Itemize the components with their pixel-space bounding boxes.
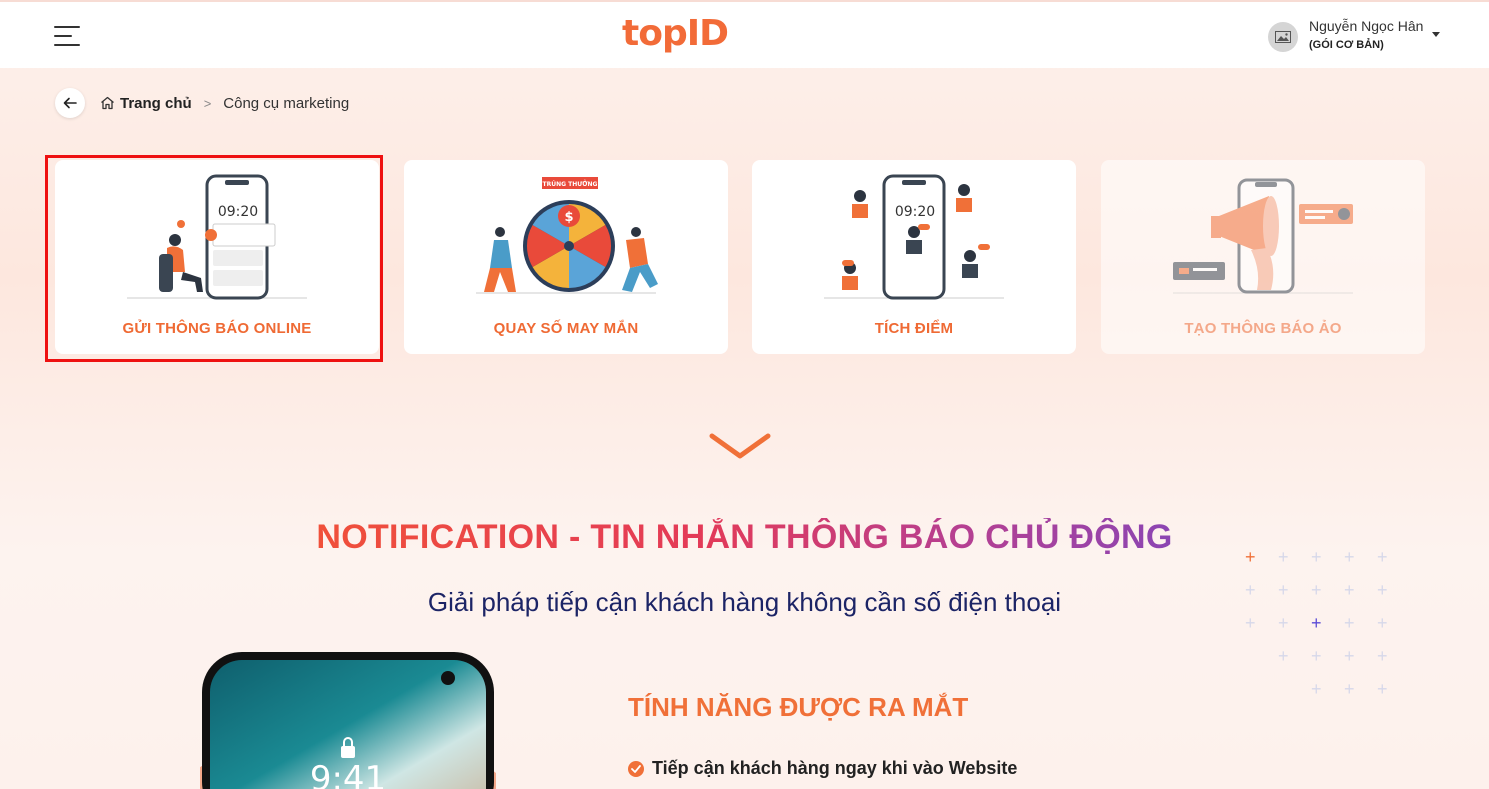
card-label: QUAY SỐ MAY MẮN: [493, 320, 639, 337]
feature-item-label: Tiếp cận khách hàng ngay khi vào Website: [652, 758, 1018, 778]
topid-logo[interactable]: topID: [622, 12, 729, 56]
arrow-left-icon: [63, 97, 77, 109]
illustration-banner: TRÚNG THƯỞNG: [543, 180, 598, 188]
illustration-time: 09:20: [218, 204, 258, 220]
home-icon: [101, 96, 114, 110]
breadcrumb-home[interactable]: Trang chủ: [100, 95, 192, 112]
decorative-plus-grid: + + + + + + + + + + + + + + + + + + + + …: [1245, 547, 1388, 699]
svg-text:$: $: [564, 210, 573, 225]
caret-down-icon[interactable]: [1432, 32, 1440, 37]
loyalty-illustration: 09:20: [824, 174, 1004, 300]
feature-item: Tiếp cận khách hàng ngay khi vào Website: [628, 758, 1017, 779]
card-label: TẠO THÔNG BÁO ẢO: [1184, 320, 1342, 337]
user-name: Nguyễn Ngọc Hân: [1309, 18, 1424, 34]
card-label: TÍCH ĐIỂM: [874, 320, 954, 337]
top-header: topID Nguyễn Ngọc Hân (GÓI CƠ BẢN): [0, 0, 1489, 68]
card-fake-notification[interactable]: TẠO THÔNG BÁO ẢO: [1101, 160, 1425, 354]
chevron-down-icon[interactable]: [708, 432, 772, 465]
phone-mockup: 9:41: [180, 650, 510, 789]
hamburger-menu-icon[interactable]: [54, 25, 82, 47]
back-button[interactable]: [55, 88, 85, 118]
card-label: GỬI THÔNG BÁO ONLINE: [122, 320, 312, 337]
card-lucky-spin[interactable]: TRÚNG THƯỞNG $ QUAY SỐ MAY MẮN: [404, 160, 728, 354]
card-send-notification[interactable]: 09:20 GỬI THÔNG BÁO ONLINE: [55, 160, 379, 354]
phone-time: 9:41: [310, 759, 386, 789]
breadcrumb: Trang chủ > Công cụ marketing: [100, 92, 349, 114]
breadcrumb-home-label: Trang chủ: [120, 94, 192, 112]
megaphone-illustration: [1173, 178, 1353, 294]
avatar-image-icon: [1268, 22, 1298, 52]
notification-illustration: 09:20: [127, 174, 307, 300]
illustration-time: 09:20: [895, 204, 935, 220]
breadcrumb-separator: >: [203, 95, 212, 111]
user-plan: (GÓI CƠ BẢN): [1309, 39, 1384, 51]
check-circle-icon: [628, 760, 644, 777]
feature-title: TÍNH NĂNG ĐƯỢC RA MẮT: [628, 692, 969, 722]
wheel-illustration: TRÚNG THƯỞNG $: [476, 177, 658, 294]
breadcrumb-current: Công cụ marketing: [223, 94, 350, 112]
card-loyalty-points[interactable]: 09:20 TÍCH ĐIỂM: [752, 160, 1076, 354]
